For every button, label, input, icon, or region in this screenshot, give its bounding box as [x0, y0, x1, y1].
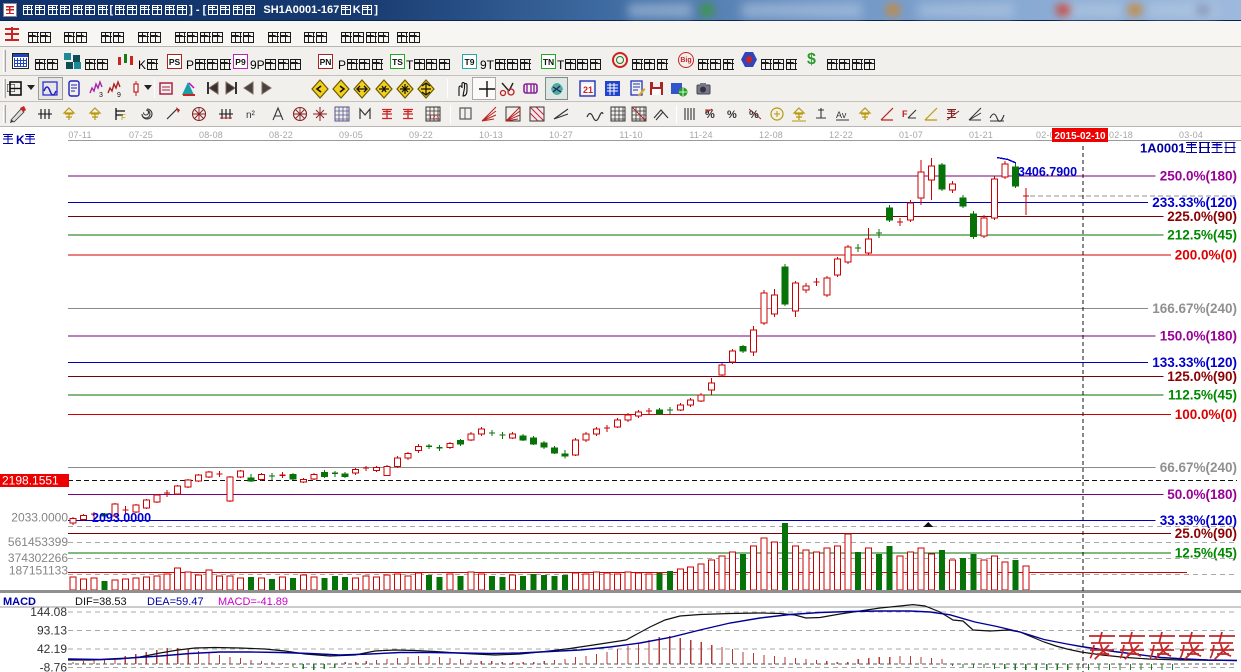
svg-text:11-24: 11-24	[689, 130, 712, 140]
svg-text:%: %	[705, 109, 715, 121]
svg-text:02-18: 02-18	[1109, 130, 1133, 140]
svg-text:10-13: 10-13	[479, 130, 503, 140]
svg-text:225.0%(90): 225.0%(90)	[1167, 209, 1237, 224]
svg-text:07-25: 07-25	[129, 130, 153, 140]
svg-text:21: 21	[583, 85, 593, 95]
svg-text:01-07: 01-07	[899, 130, 923, 140]
svg-text:93.13: 93.13	[37, 624, 67, 638]
svg-text:Av: Av	[836, 110, 847, 120]
svg-text:233.33%(120): 233.33%(120)	[1152, 195, 1237, 210]
svg-text:10-27: 10-27	[549, 130, 573, 140]
svg-text:n²: n²	[246, 110, 256, 121]
svg-text:144.08: 144.08	[30, 605, 67, 619]
svg-text:200.0%(0): 200.0%(0)	[1175, 248, 1237, 263]
svg-text:MACD=-41.89: MACD=-41.89	[218, 596, 288, 608]
svg-text:1A0001: 1A0001	[1140, 141, 1186, 156]
svg-text:250.0%(180): 250.0%(180)	[1160, 169, 1237, 184]
svg-text:212.5%(45): 212.5%(45)	[1167, 228, 1237, 243]
svg-text:-8.76: -8.76	[40, 661, 68, 672]
svg-text:133.33%(120): 133.33%(120)	[1152, 355, 1237, 370]
svg-text:50.0%(180): 50.0%(180)	[1167, 487, 1237, 502]
svg-text:%: %	[749, 109, 759, 121]
svg-text:125.0%(90): 125.0%(90)	[1167, 369, 1237, 384]
svg-text:09-05: 09-05	[339, 130, 363, 140]
svg-text:03-04: 03-04	[1179, 130, 1203, 140]
svg-text:3406.7900: 3406.7900	[1018, 165, 1077, 179]
svg-text:9: 9	[117, 92, 121, 99]
svg-text:F: F	[121, 113, 126, 122]
svg-text:%: %	[727, 109, 737, 121]
svg-text:3: 3	[99, 92, 103, 99]
svg-text:2015-02-10: 2015-02-10	[1054, 131, 1106, 142]
svg-text:150.0%(180): 150.0%(180)	[1160, 329, 1237, 344]
svg-text:DEA=59.47: DEA=59.47	[147, 596, 204, 608]
svg-text:187151133: 187151133	[9, 564, 69, 578]
svg-text:42.19: 42.19	[37, 642, 67, 656]
svg-text:166.67%(240): 166.67%(240)	[1152, 301, 1237, 316]
svg-text:07-11: 07-11	[68, 130, 91, 140]
svg-text:2093.0000: 2093.0000	[92, 511, 151, 525]
svg-text:12-22: 12-22	[829, 130, 853, 140]
svg-text:100.0%(0): 100.0%(0)	[1175, 407, 1237, 422]
svg-text:2033.0000: 2033.0000	[11, 511, 68, 525]
svg-text:08-08: 08-08	[199, 130, 223, 140]
svg-text:25.0%(90): 25.0%(90)	[1175, 526, 1237, 541]
svg-text:F: F	[902, 109, 908, 119]
svg-text:01-21: 01-21	[969, 130, 993, 140]
svg-text:12-08: 12-08	[759, 130, 783, 140]
svg-text:561453399: 561453399	[8, 535, 68, 549]
svg-text:09-22: 09-22	[409, 130, 433, 140]
svg-text:2198.1551: 2198.1551	[2, 474, 59, 488]
svg-text:K: K	[16, 133, 25, 147]
svg-text:11-10: 11-10	[619, 130, 642, 140]
svg-text:08-22: 08-22	[269, 130, 293, 140]
svg-text:DIF=38.53: DIF=38.53	[75, 596, 127, 608]
svg-text:66.67%(240): 66.67%(240)	[1160, 460, 1237, 475]
svg-text:123: 123	[429, 115, 440, 121]
svg-text:112.5%(45): 112.5%(45)	[1168, 388, 1237, 403]
